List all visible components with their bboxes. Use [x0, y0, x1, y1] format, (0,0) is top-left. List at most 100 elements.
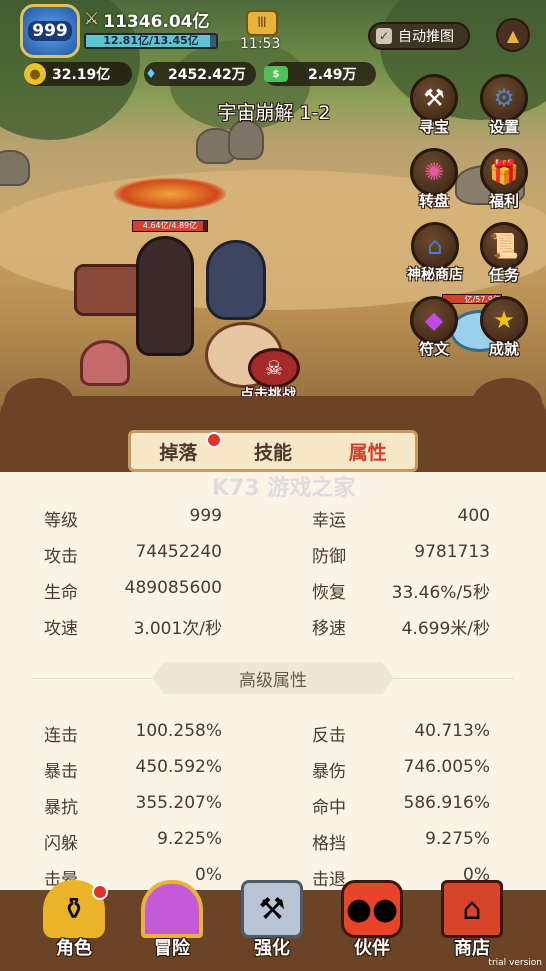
- collapse-up-icon[interactable]: ▲: [496, 18, 530, 52]
- stat-value: 100.258%: [135, 721, 222, 741]
- stat-value: 489085600: [124, 578, 222, 598]
- diamond-counter: ♦ 2452.42万: [144, 62, 256, 86]
- diamond-value: 2452.42万: [168, 67, 246, 83]
- player-level-badge[interactable]: 999: [20, 4, 80, 58]
- stat-value: 74452240: [135, 542, 222, 562]
- stat-label: 生命: [44, 583, 78, 603]
- stage-name: 宇宙崩解 1-2: [217, 102, 331, 124]
- clock-text: 11:53: [240, 36, 281, 52]
- stat-value: 586.916%: [403, 793, 490, 813]
- gem-icon: ◆: [410, 296, 458, 344]
- mystery-shop-button[interactable]: ⌂ 神秘商店: [400, 222, 470, 292]
- cash-icon: $: [264, 66, 288, 82]
- welfare-button[interactable]: 🎁 福利: [472, 148, 536, 218]
- stat-value: 355.207%: [135, 793, 222, 813]
- panel-ear-left: [4, 378, 74, 428]
- stat-value: 33.46%/5秒: [391, 583, 490, 603]
- advanced-stats-title: 高级属性: [152, 662, 394, 694]
- stat-row: 等级 999 幸运 400: [0, 498, 534, 534]
- quest-label: 任务: [488, 266, 519, 284]
- trial-text: trial version: [488, 958, 542, 968]
- nav-character-label: 角色: [56, 938, 92, 959]
- wheel-icon: ✺: [410, 148, 458, 196]
- mage-hero: [206, 240, 266, 320]
- treasure-button[interactable]: ⚒ 寻宝: [402, 74, 466, 144]
- gift-icon: 🎁: [480, 148, 528, 196]
- tab-drops[interactable]: 掉落: [159, 438, 197, 465]
- anvil-icon: ⚒: [241, 880, 303, 938]
- settings-button[interactable]: ⚙ 设置: [472, 74, 536, 144]
- checkbox-icon[interactable]: ✓: [376, 28, 392, 44]
- welfare-label: 福利: [488, 192, 519, 210]
- stat-label: 暴伤: [312, 762, 346, 782]
- tab-attributes[interactable]: 属性: [349, 438, 387, 465]
- gold-value: 32.19亿: [52, 67, 111, 83]
- stat-value: 9.275%: [425, 829, 490, 849]
- gold-coin-icon: ●: [24, 63, 46, 85]
- cash-counter: $ 2.49万: [264, 62, 376, 86]
- stat-label: 暴抗: [44, 798, 78, 818]
- boss-title-flame: [114, 178, 226, 210]
- stat-value: 9.225%: [157, 829, 222, 849]
- rock-decor: [228, 120, 264, 160]
- wheel-label: 转盘: [418, 192, 449, 210]
- shop-stall-icon: ⌂: [441, 880, 503, 938]
- stat-label: 攻击: [44, 547, 78, 567]
- rock-decor: [0, 150, 30, 186]
- stat-value: 3.001次/秒: [133, 619, 222, 639]
- nav-enhance[interactable]: ⚒ 强化: [232, 880, 312, 970]
- stat-label: 移速: [312, 619, 346, 639]
- rune-button[interactable]: ◆ 符文: [402, 296, 466, 366]
- stat-label: 暴击: [44, 762, 78, 782]
- stat-label: 等级: [44, 511, 78, 531]
- settings-label: 设置: [488, 118, 519, 136]
- hammer-icon: ⚒: [410, 74, 458, 122]
- stat-label: 反击: [312, 726, 346, 746]
- power-display: ⚔ 11346.04亿: [84, 9, 210, 32]
- player-hp-bar: 12.81亿/13.45亿: [84, 33, 218, 49]
- swords-icon: ⚔: [84, 9, 100, 29]
- stat-value: 999: [189, 506, 222, 526]
- player-hp-text: 12.81亿/13.45亿: [103, 34, 199, 47]
- stat-row: 生命 489085600 恢复 33.46%/5秒: [0, 570, 534, 606]
- stat-label: 幸运: [312, 511, 346, 531]
- quest-button[interactable]: 📜 任务: [472, 222, 536, 292]
- cash-value: 2.49万: [308, 67, 357, 83]
- nav-shop-label: 商店: [454, 938, 490, 959]
- tab-skills[interactable]: 技能: [254, 438, 292, 465]
- achievement-button[interactable]: ★ 成就: [472, 296, 536, 366]
- stat-label: 连击: [44, 726, 78, 746]
- stat-label: 防御: [312, 547, 346, 567]
- stat-label: 恢复: [312, 583, 346, 603]
- nav-adventure[interactable]: 冒险: [132, 880, 212, 970]
- nav-partner[interactable]: ●● 伙伴: [332, 880, 412, 970]
- diamond-icon: ♦: [145, 66, 157, 82]
- warrior-hero: [136, 236, 194, 356]
- stat-row: 闪躲 9.225% 格挡 9.275%: [0, 821, 534, 857]
- level-text: 999: [28, 21, 72, 41]
- mushroom-pet: [80, 340, 130, 386]
- mystery-shop-label: 神秘商店: [407, 267, 463, 283]
- vip-icon[interactable]: Ⅲ: [246, 10, 278, 36]
- divider-right: [394, 678, 514, 679]
- stat-label: 闪躲: [44, 834, 78, 854]
- stat-value: 40.713%: [414, 721, 490, 741]
- skull-icon[interactable]: ☠: [248, 348, 300, 388]
- stat-row: 攻击 74452240 防御 9781713: [0, 534, 534, 570]
- treasure-label: 寻宝: [418, 118, 449, 136]
- portal-icon: [141, 880, 203, 938]
- auto-push-toggle[interactable]: ✓ 自动推图: [368, 22, 470, 50]
- stat-value: 400: [457, 506, 490, 526]
- star-icon: ★: [480, 296, 528, 344]
- partner-icon: ●●: [341, 880, 403, 938]
- nav-enhance-label: 强化: [254, 938, 290, 959]
- character-notification-dot: [92, 884, 108, 900]
- book-monster: [74, 264, 144, 316]
- power-value: 11346.04亿: [103, 11, 210, 32]
- wheel-button[interactable]: ✺ 转盘: [402, 148, 466, 218]
- achievement-label: 成就: [488, 340, 519, 358]
- stat-value: 746.005%: [403, 757, 490, 777]
- panel-tabs: 掉落 技能 属性: [128, 430, 418, 472]
- stat-row: 连击 100.258% 反击 40.713%: [0, 713, 534, 749]
- nav-shop[interactable]: ⌂ 商店: [432, 880, 512, 970]
